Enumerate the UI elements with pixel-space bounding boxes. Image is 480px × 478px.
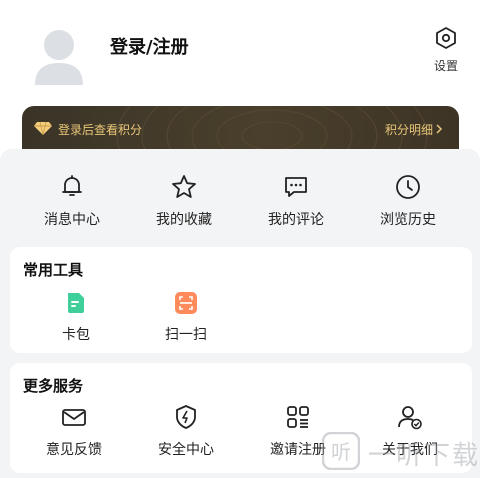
service-item-feedback[interactable]: 意见反馈 (18, 403, 130, 459)
points-hint: 登录后查看积分 (58, 123, 143, 137)
quick-item-messages[interactable]: 消息中心 (16, 149, 128, 241)
quick-actions: 消息中心 我的收藏 我的评论 浏览历史 (0, 149, 480, 241)
scan-icon (174, 292, 198, 319)
tools-card: 常用工具 卡包 扫一扫 (10, 247, 472, 353)
tool-label: 扫一扫 (165, 327, 207, 343)
service-label: 安全中心 (158, 442, 214, 458)
shield-icon (172, 405, 200, 435)
comment-icon (282, 177, 310, 205)
points-detail-link[interactable]: 积分明细 (385, 120, 445, 139)
clock-icon (394, 175, 422, 205)
diamond-icon (34, 120, 52, 139)
main-panel: 消息中心 我的收藏 我的评论 浏览历史 常用工具 卡包 扫一扫 更多服务 意见反… (0, 149, 480, 478)
quick-item-comments[interactable]: 我的评论 (240, 149, 352, 241)
tool-item-scan[interactable]: 扫一扫 (146, 291, 226, 344)
login-register-link[interactable]: 登录/注册 (110, 33, 189, 59)
avatar[interactable] (33, 27, 85, 85)
quick-item-favorites[interactable]: 我的收藏 (128, 149, 240, 241)
star-icon (170, 175, 198, 205)
svg-text:听: 听 (331, 440, 351, 464)
service-label: 意见反馈 (46, 442, 102, 458)
chevron-right-icon (433, 120, 445, 139)
quick-label: 消息中心 (44, 212, 100, 228)
tool-label: 卡包 (62, 327, 90, 343)
quick-label: 浏览历史 (380, 212, 436, 228)
tool-item-card-wallet[interactable]: 卡包 (36, 291, 116, 344)
card-wallet-icon (64, 293, 88, 319)
gear-icon (434, 27, 458, 54)
quick-label: 我的收藏 (156, 212, 212, 228)
quick-item-history[interactable]: 浏览历史 (352, 149, 464, 241)
settings-label: 设置 (433, 59, 458, 73)
quick-label: 我的评论 (268, 212, 324, 228)
settings-button[interactable]: 设置 (428, 26, 464, 74)
watermark-text: 一听下载 (368, 440, 480, 471)
points-detail-label: 积分明细 (384, 123, 433, 137)
watermark: 听 一听下载 (321, 431, 480, 474)
mail-icon (60, 409, 88, 435)
grid-icon (284, 406, 312, 435)
profile-header: 登录/注册 设置 (0, 0, 480, 110)
service-item-security[interactable]: 安全中心 (130, 403, 242, 459)
tools-title: 常用工具 (23, 261, 84, 279)
watermark-logo-icon: 听 (321, 431, 361, 474)
bell-icon (58, 175, 86, 205)
services-title: 更多服务 (23, 377, 84, 395)
